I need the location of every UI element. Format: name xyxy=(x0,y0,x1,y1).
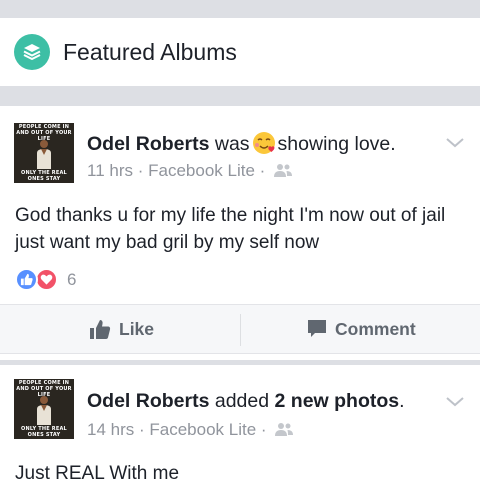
featured-albums-title[interactable]: Featured Albums xyxy=(63,39,237,66)
post-source: Facebook Lite xyxy=(148,161,255,180)
chevron-down-icon[interactable] xyxy=(446,397,464,407)
meta-separator: · xyxy=(260,420,267,439)
author-name[interactable]: Odel Roberts xyxy=(87,133,209,155)
feed-post: PEOPLE COME IN AND OUT OF YOUR LIFE ONLY… xyxy=(0,365,480,486)
header-end: . xyxy=(399,390,405,412)
comment-button[interactable]: Comment xyxy=(307,305,416,353)
header-verb: was xyxy=(214,133,250,155)
action-divider xyxy=(240,314,241,346)
feed-post: PEOPLE COME IN AND OUT OF YOUR LIFE ONLY… xyxy=(0,106,480,360)
featured-albums-card[interactable]: Featured Albums xyxy=(0,18,480,86)
comment-icon xyxy=(308,320,326,337)
meta-separator: · xyxy=(138,420,145,439)
albums-stack-icon xyxy=(14,34,50,70)
post-body-text: Just REAL With me xyxy=(15,463,180,484)
friends-icon[interactable] xyxy=(275,422,294,437)
like-label: Like xyxy=(119,318,155,339)
friends-icon[interactable] xyxy=(274,163,293,178)
post-time[interactable]: 14 hrs xyxy=(87,420,134,439)
activity-text[interactable]: showing love. xyxy=(278,133,396,155)
meta-separator: · xyxy=(259,161,266,180)
meta-separator: · xyxy=(137,161,144,180)
avatar[interactable]: PEOPLE COME IN AND OUT OF YOUR LIFE ONLY… xyxy=(14,379,74,439)
author-name[interactable]: Odel Roberts xyxy=(87,390,209,412)
chevron-down-icon[interactable] xyxy=(446,138,464,148)
post-header: Odel Roberts was showing love. xyxy=(87,131,396,156)
post-time[interactable]: 11 hrs xyxy=(87,161,133,180)
avatar-bottom-caption: ONLY THE REAL ONES STAY xyxy=(21,426,67,438)
header-verb: added xyxy=(214,390,270,412)
post-body-text: God thanks u for my life the night I'm n… xyxy=(15,205,446,253)
reaction-count: 6 xyxy=(67,270,77,289)
like-button[interactable]: Like xyxy=(89,305,154,353)
person-figure-icon xyxy=(37,140,51,169)
avatar-bottom-caption: ONLY THE REAL ONES STAY xyxy=(21,170,67,182)
smiling-hearts-emoji-icon xyxy=(252,132,275,154)
avatar[interactable]: PEOPLE COME IN AND OUT OF YOUR LIFE ONLY… xyxy=(14,123,74,183)
person-figure-icon xyxy=(37,396,51,425)
thumbs-up-icon xyxy=(90,320,111,339)
like-reaction-icon xyxy=(15,268,38,291)
post-meta: 11 hrs · Facebook Lite · xyxy=(87,161,293,181)
post-action-bar: Like Comment xyxy=(0,304,480,354)
photos-count-link[interactable]: 2 new photos xyxy=(275,390,400,412)
post-source: Facebook Lite xyxy=(149,420,257,439)
love-reaction-icon xyxy=(35,268,58,291)
post-meta: 14 hrs · Facebook Lite · xyxy=(87,420,294,440)
post-header: Odel Roberts added 2 new photos. xyxy=(87,390,405,413)
comment-label: Comment xyxy=(335,318,416,339)
